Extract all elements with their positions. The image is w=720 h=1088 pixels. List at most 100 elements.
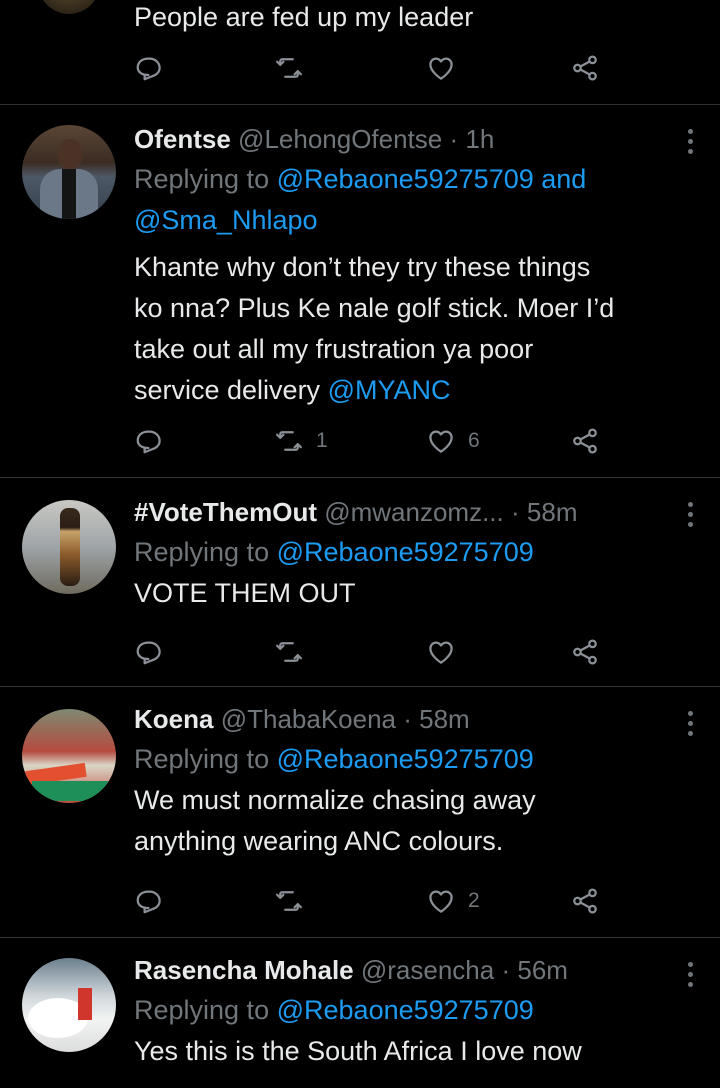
display-name[interactable]: #VoteThemOut (134, 497, 317, 527)
replying-to: Replying to @Rebaone59275709 (134, 532, 660, 573)
more-button[interactable] (686, 962, 694, 987)
replying-prefix: Replying to (134, 995, 270, 1025)
tweet-body: People are fed up my leader (134, 2, 474, 32)
mention-link[interactable]: @MYANC (328, 375, 451, 405)
tweet-body-line: take out all my frustration ya poor (134, 334, 534, 364)
separator-dot: · (511, 497, 520, 527)
avatar[interactable] (38, 0, 100, 14)
retweet-button[interactable]: 1 (274, 423, 328, 459)
retweet-icon (276, 431, 302, 451)
tweet-header: Ofentse @LehongOfentse · 1h (134, 119, 660, 159)
reply-button[interactable] (134, 50, 164, 86)
more-icon (687, 129, 693, 134)
tweet-partial[interactable]: People are fed up my leader (0, 0, 720, 105)
tweet-body-line: Khante why don’t they try these things (134, 252, 591, 282)
like-button[interactable] (426, 50, 456, 86)
mention-link[interactable]: @Rebaone59275709 (277, 537, 534, 567)
like-icon (429, 890, 453, 913)
tweet[interactable]: Ofentse @LehongOfentse · 1h Replying to … (0, 105, 720, 478)
replying-prefix: Replying to (134, 744, 270, 774)
tweet[interactable]: Rasencha Mohale @rasencha · 56m Replying… (0, 938, 720, 1088)
like-count: 6 (468, 429, 480, 452)
like-button[interactable]: 2 (426, 883, 480, 919)
more-icon (687, 711, 693, 716)
reply-button[interactable] (134, 423, 164, 459)
mention-link[interactable]: @Rebaone59275709 (277, 744, 534, 774)
share-button[interactable] (570, 883, 600, 919)
mention-link[interactable]: @Rebaone59275709 (277, 995, 534, 1025)
display-name[interactable]: Ofentse (134, 124, 231, 154)
share-button[interactable] (570, 423, 600, 459)
more-button[interactable] (686, 502, 694, 527)
mention-link[interactable]: @Sma_Nhlapo (134, 205, 318, 235)
tweet-body-line: anything wearing ANC colours. (134, 826, 504, 856)
replying-to: Replying to @Rebaone59275709 (134, 990, 660, 1031)
separator-dot: · (501, 955, 511, 985)
share-icon (573, 428, 597, 454)
tweet-actions (134, 634, 614, 670)
reply-icon (136, 430, 161, 454)
tweet[interactable]: Koena @ThabaKoena · 58m Replying to @Reb… (0, 687, 720, 938)
timestamp[interactable]: 58m (527, 497, 578, 527)
display-name[interactable]: Rasencha Mohale (134, 955, 354, 985)
tweet-body-line: service delivery @MYANC (134, 375, 451, 405)
retweet-count: 1 (316, 429, 328, 452)
timestamp[interactable]: 58m (419, 704, 470, 734)
tweet-body-line: We must normalize chasing away (134, 785, 536, 815)
replying-to: Replying to @Rebaone59275709 (134, 739, 660, 780)
avatar[interactable] (22, 709, 116, 803)
timestamp[interactable]: 1h (465, 124, 494, 154)
share-icon (573, 55, 597, 81)
mention-link[interactable]: @Rebaone59275709 (277, 164, 534, 194)
tweet-body: VOTE THEM OUT (134, 578, 356, 608)
more-button[interactable] (686, 129, 694, 154)
more-icon (687, 502, 693, 507)
retweet-icon (276, 58, 302, 78)
user-handle[interactable]: @rasencha (361, 955, 494, 985)
retweet-icon (276, 891, 302, 911)
tweet-header: Koena @ThabaKoena · 58m (134, 699, 660, 739)
retweet-button[interactable] (274, 634, 304, 670)
like-button[interactable]: 6 (426, 423, 480, 459)
user-handle[interactable]: @ThabaKoena (221, 704, 396, 734)
replying-prefix: Replying to (134, 164, 270, 194)
like-button[interactable] (426, 634, 456, 670)
separator-dot: · (403, 704, 412, 734)
more-icon (687, 962, 693, 967)
reply-icon (136, 890, 161, 914)
tweet-body: We must normalize chasing away anything … (134, 780, 660, 862)
tweet-content: Ofentse @LehongOfentse · 1h Replying to … (134, 119, 660, 411)
tweet-actions: 1 6 (134, 423, 614, 459)
timestamp[interactable]: 56m (517, 955, 568, 985)
separator-dot: · (449, 124, 459, 154)
like-icon (429, 641, 453, 664)
replying-and[interactable]: and (541, 164, 586, 194)
avatar[interactable] (22, 500, 116, 594)
avatar[interactable] (22, 958, 116, 1052)
tweet-content: Koena @ThabaKoena · 58m Replying to @Reb… (134, 699, 660, 862)
reply-button[interactable] (134, 634, 164, 670)
more-button[interactable] (686, 711, 694, 736)
retweet-button[interactable] (274, 50, 304, 86)
reply-button[interactable] (134, 883, 164, 919)
like-count: 2 (468, 889, 480, 912)
share-button[interactable] (570, 50, 600, 86)
user-handle[interactable]: @LehongOfentse (238, 124, 442, 154)
tweet-actions (134, 50, 614, 86)
replying-prefix: Replying to (134, 537, 270, 567)
display-name[interactable]: Koena (134, 704, 213, 734)
share-icon (573, 888, 597, 914)
tweet-body: Yes this is the South Africa I love now (134, 1036, 582, 1066)
retweet-button[interactable] (274, 883, 304, 919)
share-icon (573, 639, 597, 665)
retweet-icon (276, 642, 302, 662)
avatar[interactable] (22, 125, 116, 219)
tweet[interactable]: #VoteThemOut @mwanzomz... · 58m Replying… (0, 478, 720, 687)
user-handle[interactable]: @mwanzomz... (324, 497, 504, 527)
tweet-header: #VoteThemOut @mwanzomz... · 58m (134, 492, 660, 532)
share-button[interactable] (570, 634, 600, 670)
like-icon (429, 430, 453, 453)
tweet-feed: People are fed up my leader Ofentse @Leh… (0, 0, 720, 1088)
tweet-content: Rasencha Mohale @rasencha · 56m Replying… (134, 950, 660, 1072)
tweet-body: Khante why don’t they try these things k… (134, 247, 660, 411)
